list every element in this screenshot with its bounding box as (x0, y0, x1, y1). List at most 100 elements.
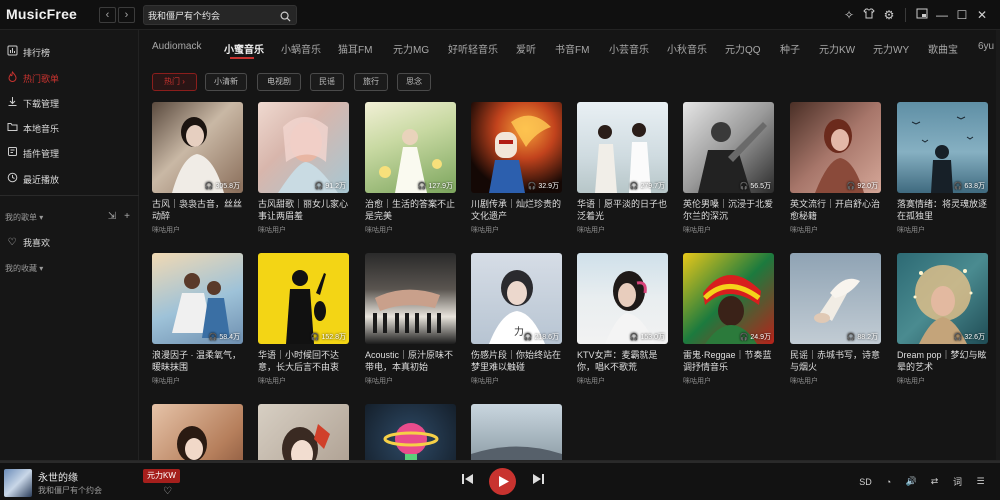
volume-icon[interactable]: 🔊 (900, 476, 923, 487)
playlist-cover[interactable]: 🎧 305.8万 (152, 102, 243, 193)
playlist-title[interactable]: KTV女声：麦霸就是你，唱K不歌荒 (577, 349, 668, 373)
tab-yuanli-kw[interactable]: 元力KW (819, 41, 855, 56)
play-button[interactable] (489, 468, 516, 495)
playlist-queue-icon[interactable]: ☰ (969, 476, 992, 487)
playlist-title[interactable]: 英伦男嗓｜沉浸于北爱尔兰的深沉 (683, 198, 774, 222)
tab-light-music[interactable]: 好听轻音乐 (448, 41, 498, 56)
tab-yuanli-qq[interactable]: 元力QQ (725, 41, 761, 56)
search-input[interactable] (148, 8, 276, 23)
playlist-title[interactable]: 古风｜袅袅古音，丝丝动醉 (152, 198, 243, 222)
tab-xiaowo-music[interactable]: 小蜗音乐 (281, 41, 321, 56)
sidebar-item-recent[interactable]: 最近播放 (0, 168, 139, 190)
playlist-title[interactable]: Dream pop｜梦幻与眩晕的艺术 (897, 349, 988, 373)
sidebar-item-downloads[interactable]: 下载管理 (0, 92, 139, 114)
search-icon[interactable] (280, 9, 291, 27)
tab-yuanli-mg[interactable]: 元力MG (393, 41, 429, 56)
playlist-cover[interactable] (365, 253, 456, 344)
playlist-cover[interactable]: 🎧 92.0万 (790, 102, 881, 193)
close-icon[interactable]: ✕ (972, 8, 992, 22)
playback-progress[interactable] (0, 461, 1000, 463)
add-playlist-icon[interactable]: + (124, 211, 130, 222)
skin-shirt-icon[interactable] (859, 8, 879, 22)
sidebar-item-local-music[interactable]: 本地音乐 (0, 117, 139, 139)
playlist-title[interactable]: 治愈｜生活的答案不止是完美 (365, 198, 456, 222)
playlist-title[interactable]: 落寞情绪：将灵魂放逐在孤独里 (897, 198, 988, 222)
tab-xiaoqiu-music[interactable]: 小秋音乐 (667, 41, 707, 56)
playlist-title[interactable]: 川剧传承｜灿烂珍贵的文化遗产 (471, 198, 562, 222)
chip-tv-drama[interactable]: 电视剧 (257, 73, 301, 91)
tab-shuyin-fm[interactable]: 书音FM (555, 41, 589, 56)
playlist-cover[interactable]: 力 🎧 218.6万 (471, 253, 562, 344)
playlist-cover[interactable]: 🎧 63.8万 (897, 102, 988, 193)
playlist-cover[interactable]: 🎧 32.9万 (471, 102, 562, 193)
sidebar-item-ranking[interactable]: 排行榜 (0, 41, 139, 63)
tab-xiaoyun-music[interactable]: 小芸音乐 (609, 41, 649, 56)
mini-mode-icon[interactable] (912, 8, 932, 22)
now-playing-title[interactable]: 永世的缘 (38, 469, 78, 484)
playlist-title[interactable]: 英文流行｜开启舒心治愈秘籍 (790, 198, 881, 222)
playlist-cover[interactable] (365, 404, 456, 460)
playlist-title[interactable]: 民谣｜赤城书写，诗意与烟火 (790, 349, 881, 373)
my-playlists-header[interactable]: 我的歌单 ▾ (5, 212, 43, 223)
tab-6yu[interactable]: 6yu (978, 41, 994, 52)
search-box[interactable] (143, 5, 297, 25)
previous-track-icon[interactable] (462, 474, 473, 487)
playlist-cover[interactable] (152, 404, 243, 460)
minimize-icon[interactable]: — (932, 8, 952, 22)
playlist-creator: 咪咕用户 (897, 227, 925, 234)
sidebar-item-hot-playlists[interactable]: 热门歌单 (0, 67, 139, 89)
favorite-heart-icon[interactable]: ♡ (163, 486, 172, 497)
tab-xiaomi-music[interactable]: 小蜜音乐 (224, 41, 264, 56)
now-playing-artist[interactable]: 我和僵尸有个约会 (38, 485, 102, 496)
repeat-icon[interactable]: ⇄ (923, 476, 946, 487)
chip-travel[interactable]: 旅行 (354, 73, 388, 91)
playlist-title[interactable]: 华语｜愿平淡的日子也泛着光 (577, 198, 668, 222)
playlist-title[interactable]: 伤感片段｜你始终站在梦里难以触碰 (471, 349, 562, 373)
playlist-cover[interactable]: 🎧 56.5万 (683, 102, 774, 193)
playlist-cover[interactable]: 🎧 279.7万 (577, 102, 668, 193)
playlist-title[interactable]: 古风甜歌｜丽女儿家心事让两眉羞 (258, 198, 349, 222)
playlist-cover[interactable]: 🎧 32.6万 (897, 253, 988, 344)
tab-gequbao[interactable]: 歌曲宝 (928, 41, 958, 56)
playlist-cover[interactable]: 🎧 127.9万 (365, 102, 456, 193)
playlist-cover[interactable]: 🎧 153.0万 (577, 253, 668, 344)
playlist-cover[interactable] (258, 404, 349, 460)
playlist-title[interactable]: Acoustic｜原汁原味不带电，本真初始 (365, 349, 456, 373)
tab-aiting[interactable]: 爱听 (516, 41, 536, 56)
playlist-cover[interactable] (471, 404, 562, 460)
now-playing-cover[interactable] (4, 469, 32, 497)
folder-icon (5, 121, 19, 135)
playlist-title[interactable]: 华语｜小时候回不达意，长大后言不由衷 (258, 349, 349, 373)
tab-maoer-fm[interactable]: 猫耳FM (338, 41, 372, 56)
chip-hot[interactable]: 热门 › (152, 73, 197, 91)
next-track-icon[interactable] (533, 474, 544, 487)
lyrics-button[interactable]: 词 (946, 475, 969, 488)
theme-sparkle-icon[interactable]: ✧ (839, 8, 859, 22)
tab-seed[interactable]: 种子 (780, 41, 800, 56)
chip-folk[interactable]: 民谣 (310, 73, 344, 91)
playlist-title[interactable]: 雷鬼·Reggae｜节奏蓝调抒情音乐 (683, 349, 774, 373)
playlist-cover[interactable]: 🎧 58.4万 (152, 253, 243, 344)
settings-gear-icon[interactable]: ⚙ (879, 8, 899, 22)
playlist-title[interactable]: 浪漫因子 · 温柔氧气，暖昧抹围 (152, 349, 243, 373)
playlist-cover[interactable]: 🎧 152.8万 (258, 253, 349, 344)
import-playlist-icon[interactable]: ⇲ (108, 211, 116, 222)
play-count: 🎧 152.8万 (310, 334, 346, 341)
tab-audiomack[interactable]: Audiomack (152, 41, 201, 52)
speed-icon[interactable]: ◔ (877, 477, 900, 487)
playlist-cover[interactable]: 🎧 24.9万 (683, 253, 774, 344)
chip-missing[interactable]: 思念 (397, 73, 431, 91)
play-count: 🎧 91.2万 (314, 183, 346, 190)
sidebar-item-favorites[interactable]: ♡ 我喜欢 (0, 231, 139, 253)
tab-yuanli-wy[interactable]: 元力WY (873, 41, 909, 56)
playlist-cover[interactable]: 🎧 88.2万 (790, 253, 881, 344)
playlist-cover[interactable]: 🎧 91.2万 (258, 102, 349, 193)
my-collections-header[interactable]: 我的收藏 ▾ (5, 263, 43, 274)
back-button[interactable]: ‹ (99, 7, 116, 23)
maximize-icon[interactable]: ☐ (952, 8, 972, 22)
sidebar-item-plugins[interactable]: 插件管理 (0, 142, 139, 164)
chip-fresh[interactable]: 小清新 (205, 73, 247, 91)
forward-button[interactable]: › (118, 7, 135, 23)
content-scrollbar[interactable] (996, 30, 1000, 460)
quality-selector[interactable]: SD (854, 477, 877, 487)
